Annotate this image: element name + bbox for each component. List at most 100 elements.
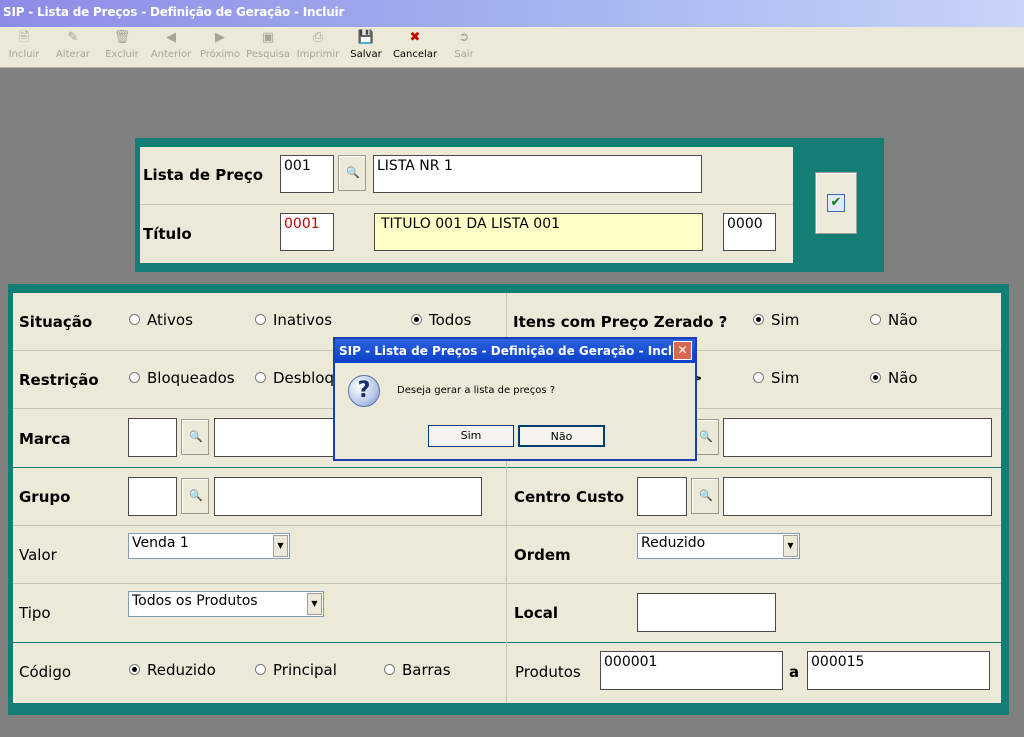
itens-zerado-sim-radio[interactable]: Sim bbox=[753, 311, 799, 329]
ordem-label: Ordem bbox=[514, 546, 571, 564]
radio-dot bbox=[255, 372, 266, 383]
title-bar: SIP - Lista de Preços - Definição de Ger… bbox=[0, 0, 1024, 27]
imprimir-label: Imprimir bbox=[296, 49, 340, 60]
radio-dot bbox=[129, 372, 140, 383]
anterior-button[interactable]: ◀ Anterior bbox=[148, 27, 194, 67]
window-title: SIP - Lista de Preços - Definição de Ger… bbox=[3, 5, 345, 19]
centro-custo-code-input[interactable] bbox=[637, 477, 687, 516]
codigo-principal-label: Principal bbox=[273, 661, 337, 679]
local-input[interactable] bbox=[637, 593, 776, 632]
centro-custo-desc-input[interactable] bbox=[723, 477, 992, 516]
restricao-right-nao-radio[interactable]: Não bbox=[870, 369, 918, 387]
restricao-label: Restrição bbox=[19, 371, 99, 389]
lista-code-input[interactable]: 001 bbox=[280, 155, 334, 193]
itens-zerado-nao-label: Não bbox=[888, 311, 918, 329]
radio-dot-selected bbox=[129, 664, 140, 675]
radio-dot bbox=[753, 372, 764, 383]
marca-right-desc-input[interactable] bbox=[723, 418, 992, 457]
restricao-right-sim-radio[interactable]: Sim bbox=[753, 369, 799, 387]
alterar-label: Alterar bbox=[55, 49, 91, 60]
restricao-bloqueados-radio[interactable]: Bloqueados bbox=[129, 369, 235, 387]
marca-lookup-button[interactable]: 🔍 bbox=[181, 419, 209, 455]
grupo-lookup-button[interactable]: 🔍 bbox=[181, 478, 209, 514]
question-icon: ? bbox=[348, 375, 380, 407]
codigo-barras-radio[interactable]: Barras bbox=[384, 661, 451, 679]
titulo-extra-input[interactable]: 0000 bbox=[723, 213, 776, 251]
restricao-desbloq-radio[interactable]: Desbloq bbox=[255, 369, 334, 387]
produtos-from-input[interactable]: 000001 bbox=[600, 651, 783, 690]
dialog-no-button[interactable]: Não bbox=[518, 425, 605, 447]
produtos-sep-label: a bbox=[789, 663, 800, 681]
situacao-todos-radio[interactable]: Todos bbox=[411, 311, 471, 329]
edit-icon: ✎ bbox=[67, 30, 79, 45]
pesquisa-label: Pesquisa bbox=[246, 49, 290, 60]
dialog-yes-button[interactable]: Sim bbox=[428, 425, 514, 447]
codigo-reduzido-label: Reduzido bbox=[147, 661, 216, 679]
restricao-right-nao-label: Não bbox=[888, 369, 918, 387]
salvar-label: Salvar bbox=[350, 49, 382, 60]
restricao-right-sim-label: Sim bbox=[771, 369, 800, 387]
dialog-message: Deseja gerar a lista de preços ? bbox=[397, 385, 556, 396]
cancel-icon: ✖ bbox=[409, 30, 421, 45]
search-icon: 🔍 bbox=[346, 166, 360, 179]
arrow-right-icon: ▶ bbox=[215, 30, 225, 45]
chevron-down-icon: ▼ bbox=[307, 593, 322, 615]
situacao-inativos-label: Inativos bbox=[273, 311, 333, 329]
search-icon: 🔍 bbox=[189, 489, 203, 502]
valor-select-value: Venda 1 bbox=[132, 535, 189, 551]
marca-desc-input[interactable] bbox=[214, 418, 344, 457]
incluir-button[interactable]: 🗎 Incluir bbox=[2, 27, 46, 67]
anterior-label: Anterior bbox=[150, 49, 192, 60]
radio-dot bbox=[384, 664, 395, 675]
lista-lookup-button[interactable]: 🔍 bbox=[338, 155, 366, 191]
restricao-desbloq-label: Desbloq bbox=[273, 369, 334, 387]
ordem-select-value: Reduzido bbox=[641, 535, 706, 551]
radio-dot-selected bbox=[411, 314, 422, 325]
radio-dot-selected bbox=[753, 314, 764, 325]
exit-icon: ➲ bbox=[458, 30, 470, 45]
proximo-button[interactable]: ▶ Próximo bbox=[197, 27, 243, 67]
alterar-button[interactable]: ✎ Alterar bbox=[51, 27, 95, 67]
confirm-button[interactable]: ✔ bbox=[815, 172, 857, 234]
pesquisa-button[interactable]: ▣ Pesquisa bbox=[245, 27, 291, 67]
valor-select[interactable]: Venda 1 ▼ bbox=[128, 533, 290, 559]
tipo-select[interactable]: Todos os Produtos ▼ bbox=[128, 591, 324, 617]
cancelar-label: Cancelar bbox=[392, 49, 438, 60]
search-icon: 🔍 bbox=[699, 489, 713, 502]
cancelar-button[interactable]: ✖ Cancelar bbox=[391, 27, 439, 67]
excluir-button[interactable]: 🗑 Excluir bbox=[100, 27, 144, 67]
centro-custo-lookup-button[interactable]: 🔍 bbox=[691, 478, 719, 514]
situacao-todos-label: Todos bbox=[429, 311, 472, 329]
marca-label: Marca bbox=[19, 430, 71, 448]
codigo-principal-radio[interactable]: Principal bbox=[255, 661, 337, 679]
titulo-desc-input[interactable]: TITULO 001 DA LISTA 001 bbox=[374, 213, 703, 251]
centro-custo-label: Centro Custo bbox=[514, 488, 625, 506]
restricao-bloqueados-label: Bloqueados bbox=[147, 369, 235, 387]
lista-name-input[interactable]: LISTA NR 1 bbox=[373, 155, 702, 193]
printer-icon: ⎙ bbox=[312, 30, 324, 45]
imprimir-button[interactable]: ⎙ Imprimir bbox=[295, 27, 341, 67]
situacao-inativos-radio[interactable]: Inativos bbox=[255, 311, 332, 329]
arrow-left-icon: ◀ bbox=[166, 30, 176, 45]
grupo-code-input[interactable] bbox=[128, 477, 177, 516]
radio-dot bbox=[255, 314, 266, 325]
close-icon[interactable]: ✕ bbox=[673, 341, 692, 360]
radio-dot bbox=[129, 314, 140, 325]
chevron-down-icon: ▼ bbox=[783, 535, 798, 557]
codigo-reduzido-radio[interactable]: Reduzido bbox=[129, 661, 216, 679]
search-icon: 🔍 bbox=[189, 430, 203, 443]
titulo-code-input[interactable]: 0001 bbox=[280, 213, 334, 251]
produtos-label: Produtos bbox=[515, 663, 581, 681]
marca-code-input[interactable] bbox=[128, 418, 177, 457]
grupo-desc-input[interactable] bbox=[214, 477, 482, 516]
sair-button[interactable]: ➲ Sair bbox=[446, 27, 482, 67]
dialog-title-bar: SIP - Lista de Preços - Definição de Ger… bbox=[335, 339, 695, 363]
situacao-ativos-radio[interactable]: Ativos bbox=[129, 311, 193, 329]
ordem-select[interactable]: Reduzido ▼ bbox=[637, 533, 800, 559]
produtos-to-input[interactable]: 000015 bbox=[807, 651, 990, 690]
codigo-barras-label: Barras bbox=[402, 661, 451, 679]
salvar-button[interactable]: 💾 Salvar bbox=[345, 27, 387, 67]
local-label: Local bbox=[514, 604, 559, 622]
new-document-icon: 🗎 bbox=[18, 30, 30, 45]
itens-zerado-nao-radio[interactable]: Não bbox=[870, 311, 918, 329]
